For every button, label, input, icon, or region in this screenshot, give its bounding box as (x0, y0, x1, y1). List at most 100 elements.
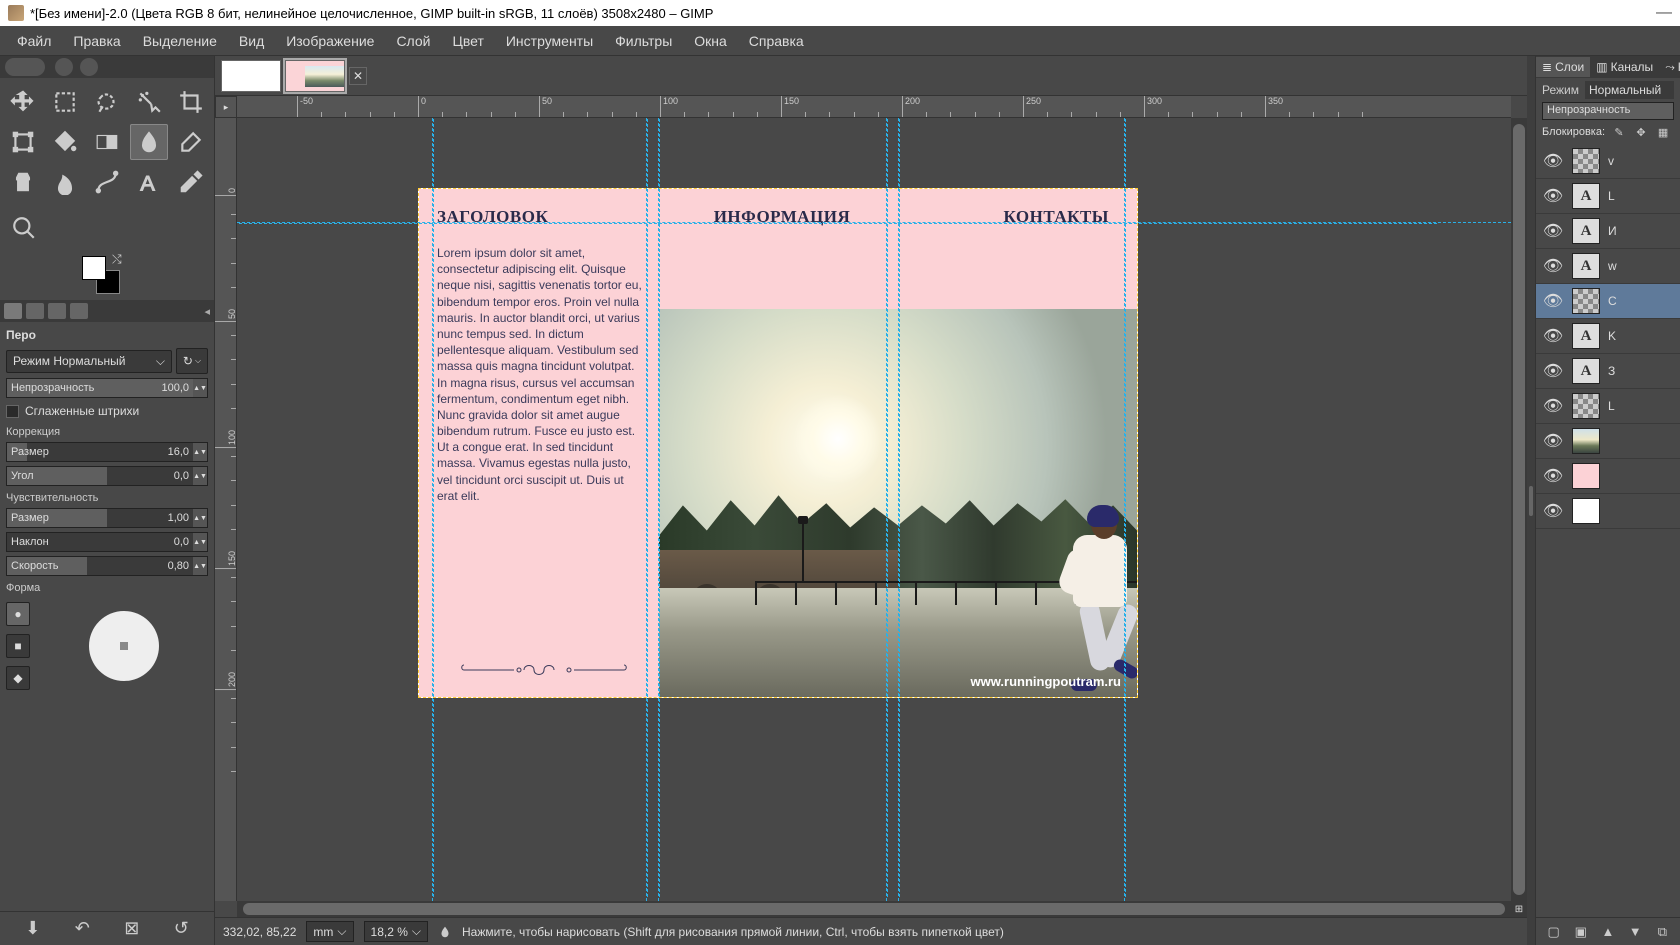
menu-image[interactable]: Изображение (275, 27, 385, 55)
lock-pixels-icon[interactable]: ✎ (1611, 124, 1627, 140)
tool-options-tab-2[interactable] (26, 303, 44, 319)
lock-alpha-icon[interactable]: ▦ (1655, 124, 1671, 140)
tilt-spinner[interactable]: ▲▼ (193, 533, 207, 551)
smooth-strokes-checkbox[interactable] (6, 405, 19, 418)
layer-row[interactable]: 👁w (1536, 249, 1680, 284)
ruler-origin[interactable]: ▸ (215, 96, 237, 118)
scrollbar-horizontal[interactable] (237, 901, 1511, 917)
menu-layer[interactable]: Слой (385, 27, 441, 55)
tool-ink[interactable] (130, 124, 168, 160)
swap-colors-icon[interactable]: ⤭ (112, 252, 122, 267)
layer-visibility-icon[interactable]: 👁 (1542, 151, 1564, 171)
tool-clone[interactable] (4, 164, 42, 200)
layer-visibility-icon[interactable]: 👁 (1542, 501, 1564, 521)
tool-zoom[interactable] (4, 210, 44, 246)
menu-color[interactable]: Цвет (441, 27, 494, 55)
tool-paths[interactable] (88, 164, 126, 200)
ruler-horizontal[interactable]: -50050100150200250300350 (237, 96, 1511, 118)
blend-mode-select[interactable]: Режим Нормальный ⌵ (6, 350, 172, 373)
tool-move[interactable] (4, 84, 42, 120)
tool-fuzzy-select[interactable] (130, 84, 168, 120)
tool-bucket[interactable] (46, 124, 84, 160)
menu-help[interactable]: Справка (738, 27, 815, 55)
tool-eraser[interactable] (172, 124, 210, 160)
tool-options-tab-1[interactable] (4, 303, 22, 319)
layer-group-icon[interactable]: ▣ (1572, 923, 1590, 941)
panel-drag-handle[interactable] (1527, 56, 1535, 945)
layer-row[interactable]: 👁L (1536, 179, 1680, 214)
delete-icon[interactable]: ⊠ (120, 917, 144, 941)
layer-visibility-icon[interactable]: 👁 (1542, 326, 1564, 346)
menu-file[interactable]: Файл (6, 27, 62, 55)
layer-row[interactable]: 👁 (1536, 459, 1680, 494)
layer-visibility-icon[interactable]: 👁 (1542, 431, 1564, 451)
layer-opacity-slider[interactable]: Непрозрачность (1542, 102, 1674, 120)
tool-crop[interactable] (172, 84, 210, 120)
menu-edit[interactable]: Правка (62, 27, 131, 55)
scrollbar-v-thumb[interactable] (1513, 124, 1525, 895)
scrollbar-vertical[interactable] (1511, 118, 1527, 901)
foreground-color[interactable] (82, 256, 106, 280)
layer-row[interactable]: 👁И (1536, 214, 1680, 249)
tool-gradient[interactable] (88, 124, 126, 160)
brush-preview[interactable] (89, 611, 159, 681)
window-minimize[interactable]: — (1656, 4, 1672, 22)
layer-visibility-icon[interactable]: 👁 (1542, 396, 1564, 416)
tab-channels[interactable]: ▥Каналы (1590, 57, 1659, 77)
reset-icon[interactable]: ↺ (169, 917, 193, 941)
tool-rect-select[interactable] (46, 84, 84, 120)
doc-tab-close[interactable]: ✕ (349, 67, 367, 85)
speed-spinner[interactable]: ▲▼ (193, 557, 207, 575)
layer-visibility-icon[interactable]: 👁 (1542, 361, 1564, 381)
tool-options-tab-3[interactable] (48, 303, 66, 319)
menu-view[interactable]: Вид (228, 27, 275, 55)
shape-square[interactable]: ■ (6, 634, 30, 658)
layer-visibility-icon[interactable]: 👁 (1542, 186, 1564, 206)
layer-row[interactable]: 👁L (1536, 389, 1680, 424)
layer-visibility-icon[interactable]: 👁 (1542, 466, 1564, 486)
opacity-slider[interactable]: Непрозрачность 100,0 ▲▼ (6, 378, 208, 398)
tool-free-select[interactable] (88, 84, 126, 120)
tool-text[interactable]: A (130, 164, 168, 200)
viewport[interactable]: www.runningpoutram.ru ЗАГОЛОВОК ИНФОРМАЦ… (237, 118, 1511, 901)
tool-transform[interactable] (4, 124, 42, 160)
shape-diamond[interactable]: ◆ (6, 666, 30, 690)
menu-filters[interactable]: Фильтры (604, 27, 683, 55)
layer-row[interactable]: 👁З (1536, 354, 1680, 389)
shape-circle[interactable]: ● (6, 602, 30, 626)
layer-row[interactable]: 👁v (1536, 144, 1680, 179)
ruler-vertical[interactable]: 050100150200 (215, 118, 237, 901)
sens-size-slider[interactable]: Размер 1,00 ▲▼ (6, 508, 208, 528)
size-slider[interactable]: Размер 16,0 ▲▼ (6, 442, 208, 462)
save-options-icon[interactable]: ⬇ (21, 917, 45, 941)
layer-row[interactable]: 👁C (1536, 284, 1680, 319)
menu-tools[interactable]: Инструменты (495, 27, 604, 55)
speed-slider[interactable]: Скорость 0,80 ▲▼ (6, 556, 208, 576)
doc-tab-2[interactable] (285, 60, 345, 92)
angle-slider[interactable]: Угол 0,0 ▲▼ (6, 466, 208, 486)
layer-dup-icon[interactable]: ⧉ (1653, 923, 1671, 941)
layer-visibility-icon[interactable]: 👁 (1542, 291, 1564, 311)
status-zoom-select[interactable]: 18,2 %⌵ (364, 921, 428, 942)
layer-visibility-icon[interactable]: 👁 (1542, 221, 1564, 241)
scrollbar-h-thumb[interactable] (243, 903, 1505, 915)
tilt-slider[interactable]: Наклон 0,0 ▲▼ (6, 532, 208, 552)
layer-row[interactable]: 👁 (1536, 494, 1680, 529)
angle-spinner[interactable]: ▲▼ (193, 467, 207, 485)
menu-windows[interactable]: Окна (683, 27, 738, 55)
layer-new-icon[interactable]: ▢ (1545, 923, 1563, 941)
layer-up-icon[interactable]: ▲ (1599, 923, 1617, 941)
navigation-icon[interactable]: ⊞ (1511, 901, 1527, 917)
mode-reset-button[interactable]: ↻⌵ (176, 348, 208, 374)
size-spinner[interactable]: ▲▼ (193, 443, 207, 461)
undo-icon[interactable]: ↶ (70, 917, 94, 941)
tool-color-picker[interactable] (172, 164, 210, 200)
lock-position-icon[interactable]: ✥ (1633, 124, 1649, 140)
layer-down-icon[interactable]: ▼ (1626, 923, 1644, 941)
status-unit-select[interactable]: mm⌵ (306, 921, 353, 942)
tool-smudge[interactable] (46, 164, 84, 200)
tool-options-collapse-icon[interactable]: ◂ (204, 305, 210, 318)
doc-tab-1[interactable] (221, 60, 281, 92)
tool-options-tab-4[interactable] (70, 303, 88, 319)
tab-paths[interactable]: ⤳К (1659, 57, 1680, 78)
